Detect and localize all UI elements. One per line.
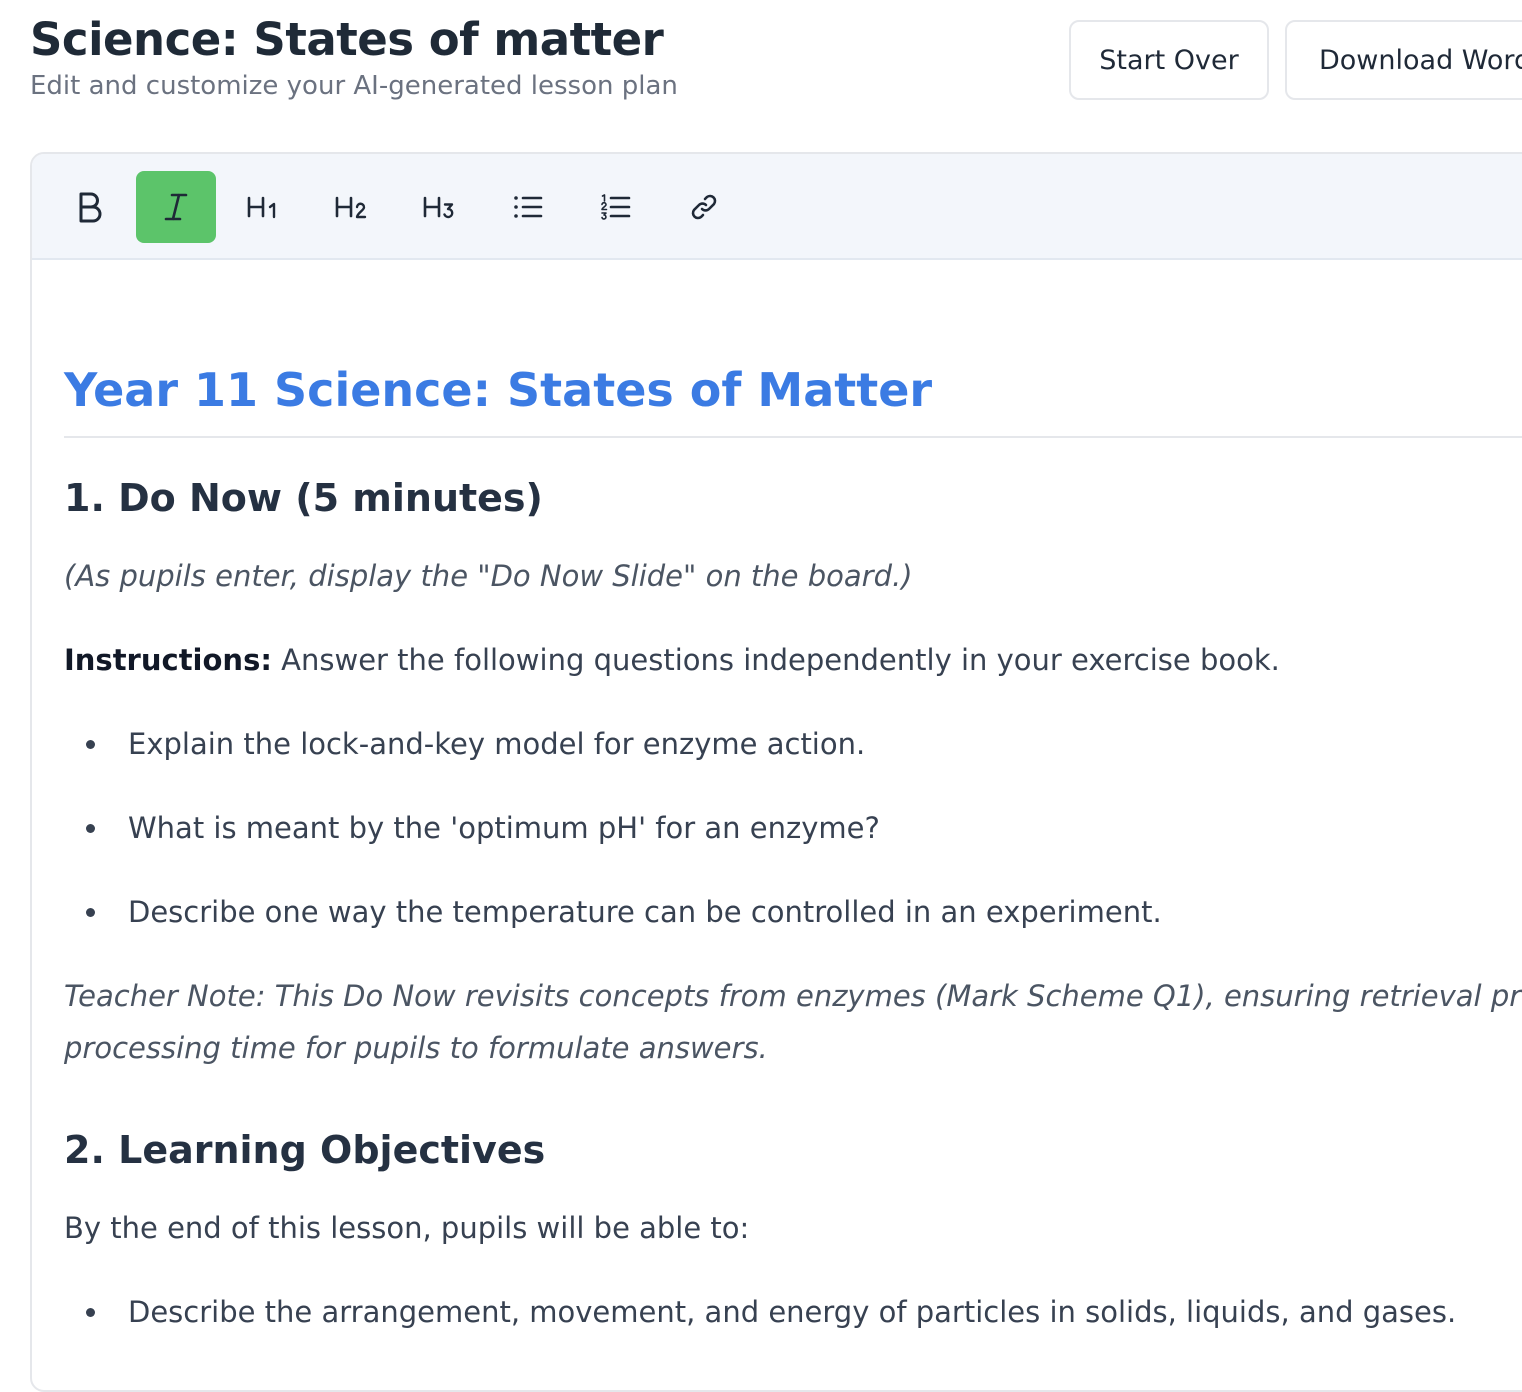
- instructions-paragraph: Instructions: Answer the following quest…: [64, 640, 1280, 680]
- list-item-text: Describe the arrangement, movement, and …: [128, 1295, 1457, 1329]
- do-now-display-note: (As pupils enter, display the "Do Now Sl…: [64, 559, 913, 593]
- link-icon: [691, 194, 717, 220]
- bold-button[interactable]: [50, 171, 130, 243]
- start-over-button[interactable]: Start Over: [1069, 20, 1269, 100]
- bullet-list-button[interactable]: [488, 171, 568, 243]
- document-title: Year 11 Science: States of Matter: [64, 363, 933, 417]
- section-heading-learning-objectives: 2. Learning Objectives: [64, 1128, 546, 1172]
- teacher-note-line-2: processing time for pupils to formulate …: [64, 1031, 768, 1065]
- bullet-dot: [86, 824, 95, 833]
- page-header: Science: States of matter Edit and custo…: [30, 12, 678, 102]
- list-item-text: Describe one way the temperature can be …: [128, 895, 1162, 929]
- list-item-text: What is meant by the 'optimum pH' for an…: [128, 811, 880, 845]
- lesson-editor: Year 11 Science: States of Matter 1. Do …: [30, 152, 1522, 1392]
- page-subtitle: Edit and customize your AI-generated les…: [30, 71, 678, 101]
- bullet-dot: [86, 908, 95, 917]
- list-item-text: Explain the lock-and-key model for enzym…: [128, 727, 866, 761]
- ordered-list-button[interactable]: [576, 171, 656, 243]
- italic-icon: [164, 193, 188, 221]
- italic-button[interactable]: [136, 171, 216, 243]
- teacher-note-line-1: Teacher Note: This Do Now revisits conce…: [64, 979, 1522, 1013]
- heading-3-icon: [423, 196, 454, 219]
- instructions-label: Instructions:: [64, 643, 272, 677]
- heading-2-button[interactable]: [312, 171, 392, 243]
- heading-1-icon: [247, 196, 276, 219]
- editor-toolbar: [32, 154, 1522, 260]
- heading-3-button[interactable]: [400, 171, 480, 243]
- instructions-text: Answer the following questions independe…: [271, 643, 1280, 677]
- heading-2-icon: [335, 196, 367, 219]
- section-heading-do-now: 1. Do Now (5 minutes): [64, 476, 543, 520]
- heading-1-button[interactable]: [224, 171, 304, 243]
- bullet-dot: [86, 740, 95, 749]
- link-button[interactable]: [664, 171, 744, 243]
- objectives-intro: By the end of this lesson, pupils will b…: [64, 1211, 750, 1245]
- bullet-dot: [86, 1308, 95, 1317]
- header-actions: Start Over Download Word: [1069, 20, 1522, 100]
- bold-icon: [79, 192, 102, 223]
- title-divider: [64, 436, 1522, 438]
- ordered-list-icon: [601, 194, 631, 220]
- page-title: Science: States of matter: [30, 13, 664, 66]
- bullet-list-icon: [514, 196, 543, 218]
- download-word-button[interactable]: Download Word: [1285, 20, 1522, 100]
